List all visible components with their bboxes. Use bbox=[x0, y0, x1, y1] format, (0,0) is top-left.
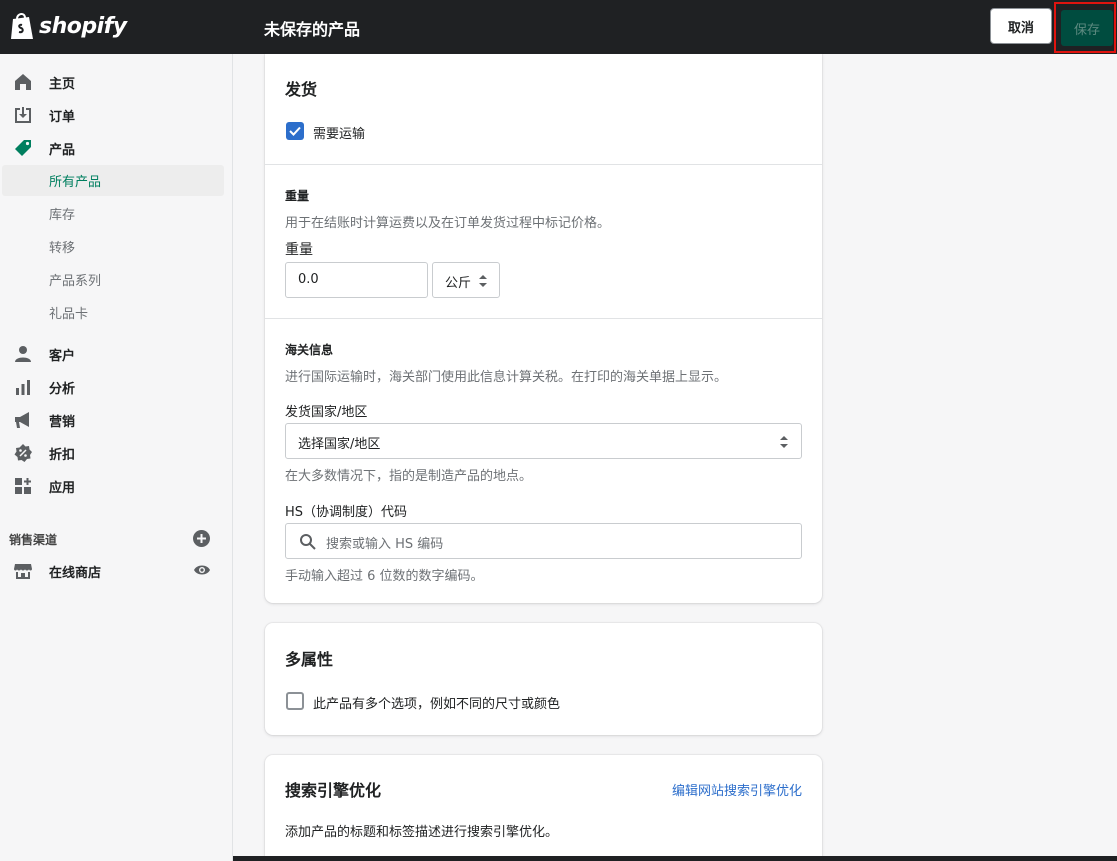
checkmark-icon bbox=[289, 126, 301, 136]
sidebar-subitem-label: 所有产品 bbox=[49, 175, 102, 190]
edit-seo-link[interactable]: 编辑网站搜索引擎优化 bbox=[672, 780, 802, 799]
hs-code-help-text: 手动输入超过 6 位数的数字编码。 bbox=[285, 569, 484, 584]
home-icon bbox=[15, 74, 31, 90]
sidebar-item-discounts[interactable]: 折扣 bbox=[0, 438, 233, 468]
sidebar-item-label: 在线商店 bbox=[49, 565, 102, 581]
sidebar-item-label: 折扣 bbox=[49, 447, 76, 463]
variants-card: 多属性 此产品有多个选项，例如不同的尺寸或颜色 bbox=[265, 623, 822, 735]
sidebar-subitem-collections[interactable]: 产品系列 bbox=[2, 264, 224, 295]
sidebar-subitem-transfers[interactable]: 转移 bbox=[2, 231, 224, 262]
requires-shipping-label: 需要运输 bbox=[313, 127, 366, 142]
weight-unit-select[interactable]: 公斤 bbox=[432, 262, 500, 298]
sidebar-item-label: 主页 bbox=[49, 76, 76, 92]
page-title: 未保存的产品 bbox=[264, 20, 361, 39]
sidebar-item-label: 产品 bbox=[49, 142, 76, 158]
sidebar-item-label: 营销 bbox=[49, 414, 76, 430]
top-bar: shopify 未保存的产品 取消 保存 bbox=[0, 0, 1117, 54]
sidebar-item-label: 应用 bbox=[49, 480, 76, 496]
sidebar-item-home[interactable]: 主页 bbox=[0, 67, 233, 97]
customs-help-text: 进行国际运输时，海关部门使用此信息计算关税。在打印的海关单据上显示。 bbox=[285, 370, 728, 385]
megaphone-icon bbox=[15, 412, 29, 428]
add-channel-icon[interactable] bbox=[193, 530, 210, 547]
sidebar-subitem-all-products[interactable]: 所有产品 bbox=[2, 165, 224, 196]
apps-icon bbox=[15, 478, 31, 494]
save-button-highlight: 保存 bbox=[1054, 2, 1116, 53]
sidebar: 主页 订单 产品 所有产品 库存 转移 产品系列 礼品卡 客户 分析 营销 折扣… bbox=[0, 54, 233, 861]
hs-code-placeholder: 搜索或输入 HS 编码 bbox=[326, 537, 444, 552]
cancel-button[interactable]: 取消 bbox=[990, 8, 1052, 44]
hs-code-search-input[interactable]: 搜索或输入 HS 编码 bbox=[285, 523, 802, 559]
search-icon bbox=[300, 534, 316, 550]
logo-text: shopify bbox=[39, 13, 127, 39]
shopify-bag-icon bbox=[11, 13, 33, 39]
country-label: 发货国家/地区 bbox=[285, 405, 368, 420]
customs-heading: 海关信息 bbox=[285, 343, 334, 357]
discount-icon bbox=[14, 444, 32, 462]
select-arrows-icon bbox=[479, 275, 487, 287]
variants-title: 多属性 bbox=[285, 650, 334, 669]
sidebar-item-products[interactable]: 产品 bbox=[0, 133, 233, 163]
sidebar-item-apps[interactable]: 应用 bbox=[0, 471, 233, 501]
multiple-options-checkbox[interactable] bbox=[286, 692, 304, 710]
orders-icon bbox=[15, 107, 31, 123]
sales-channels-heading: 销售渠道 bbox=[9, 533, 58, 547]
tag-icon bbox=[15, 140, 31, 156]
sidebar-subitem-inventory[interactable]: 库存 bbox=[2, 198, 224, 229]
save-button[interactable]: 保存 bbox=[1061, 10, 1113, 46]
sidebar-subitem-label: 库存 bbox=[49, 208, 76, 223]
hs-code-label: HS（协调制度）代码 bbox=[285, 505, 408, 520]
sidebar-subitem-label: 礼品卡 bbox=[49, 307, 89, 322]
weight-heading: 重量 bbox=[285, 189, 310, 203]
country-select-value: 选择国家/地区 bbox=[298, 437, 381, 452]
weight-value: 0.0 bbox=[298, 272, 319, 287]
select-arrows-icon bbox=[780, 436, 788, 448]
shipping-card: 发货 需要运输 重量 用于在结账时计算运费以及在订单发货过程中标记价格。 重量 … bbox=[265, 54, 822, 603]
sidebar-subitem-gift-cards[interactable]: 礼品卡 bbox=[2, 297, 224, 328]
sidebar-item-analytics[interactable]: 分析 bbox=[0, 372, 233, 402]
sidebar-item-label: 订单 bbox=[49, 109, 76, 125]
weight-label: 重量 bbox=[285, 242, 313, 258]
eye-icon[interactable] bbox=[193, 563, 211, 577]
sidebar-subitem-label: 产品系列 bbox=[49, 274, 102, 289]
seo-card: 搜索引擎优化 编辑网站搜索引擎优化 添加产品的标题和标签描述进行搜索引擎优化。 bbox=[265, 755, 822, 861]
weight-input[interactable]: 0.0 bbox=[285, 262, 428, 298]
divider bbox=[265, 164, 822, 165]
sidebar-item-orders[interactable]: 订单 bbox=[0, 100, 233, 130]
analytics-icon bbox=[16, 380, 30, 395]
sidebar-item-label: 客户 bbox=[49, 348, 76, 364]
country-help-text: 在大多数情况下，指的是制造产品的地点。 bbox=[285, 469, 533, 484]
shopify-logo[interactable]: shopify bbox=[9, 11, 127, 41]
sidebar-item-label: 分析 bbox=[49, 381, 76, 397]
weight-unit-value: 公斤 bbox=[445, 276, 472, 291]
bottom-bar bbox=[233, 856, 1117, 861]
shipping-title: 发货 bbox=[285, 80, 318, 99]
requires-shipping-checkbox[interactable] bbox=[286, 122, 304, 140]
customer-icon bbox=[15, 346, 31, 362]
sidebar-item-customers[interactable]: 客户 bbox=[0, 339, 233, 369]
sidebar-subitem-label: 转移 bbox=[49, 241, 76, 256]
divider bbox=[265, 318, 822, 319]
seo-description: 添加产品的标题和标签描述进行搜索引擎优化。 bbox=[285, 825, 559, 840]
store-icon bbox=[14, 564, 32, 579]
multiple-options-label: 此产品有多个选项，例如不同的尺寸或颜色 bbox=[313, 697, 561, 712]
sidebar-item-marketing[interactable]: 营销 bbox=[0, 405, 233, 435]
seo-title: 搜索引擎优化 bbox=[285, 781, 382, 800]
country-select[interactable]: 选择国家/地区 bbox=[285, 423, 802, 459]
weight-help-text: 用于在结账时计算运费以及在订单发货过程中标记价格。 bbox=[285, 216, 611, 231]
